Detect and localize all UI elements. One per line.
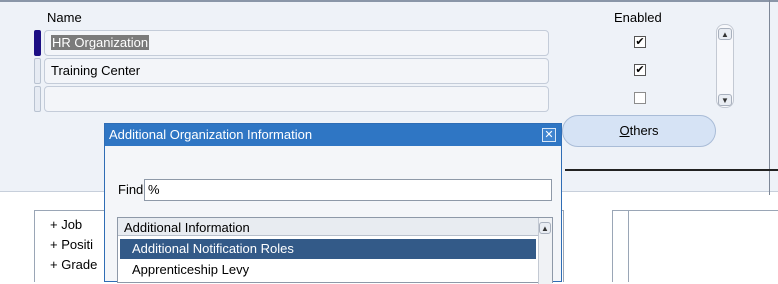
row-indicator-active[interactable] <box>34 30 41 56</box>
list-scroll-up-icon[interactable]: ▲ <box>539 222 551 234</box>
others-button[interactable]: Others <box>562 115 716 147</box>
enabled-checkbox[interactable] <box>634 92 646 104</box>
name-field[interactable] <box>44 86 549 112</box>
name-field[interactable]: Training Center <box>44 58 549 84</box>
enabled-checkbox[interactable]: ✔ <box>634 36 646 48</box>
top-border <box>0 0 778 2</box>
results-list: Additional Information Additional Notifi… <box>117 217 553 284</box>
detail-panel <box>612 210 778 282</box>
row-indicator[interactable] <box>34 58 41 84</box>
list-scrollbar[interactable]: ▲ <box>538 218 552 284</box>
tree-item-job[interactable]: + Job <box>50 217 82 232</box>
additional-org-info-dialog: Additional Organization Information ✕ Fi… <box>104 123 562 284</box>
tree-item-position[interactable]: + Positi <box>50 237 93 252</box>
enabled-column-header: Enabled <box>614 10 662 25</box>
list-item[interactable]: Apprenticeship Levy <box>120 260 536 280</box>
divider <box>565 169 778 171</box>
row-indicator[interactable] <box>34 86 41 112</box>
dialog-title: Additional Organization Information <box>105 124 561 146</box>
rows-scrollbar[interactable]: ▲ ▼ <box>716 24 734 108</box>
others-mnemonic: O <box>619 123 630 138</box>
name-column-header: Name <box>47 10 82 25</box>
others-label-rest: thers <box>629 123 659 138</box>
detail-panel-divider <box>628 210 629 282</box>
name-value-selected: HR Organization <box>51 35 150 50</box>
list-item-selected[interactable]: Additional Notification Roles <box>120 239 536 259</box>
tree-item-grade[interactable]: + Grade <box>50 257 97 272</box>
find-input[interactable]: % <box>144 179 552 201</box>
scroll-down-icon[interactable]: ▼ <box>718 94 732 106</box>
list-header: Additional Information <box>118 218 538 236</box>
close-icon[interactable]: ✕ <box>542 128 556 142</box>
enabled-checkbox[interactable]: ✔ <box>634 64 646 76</box>
form-right-border <box>769 0 770 195</box>
scroll-up-icon[interactable]: ▲ <box>718 28 732 40</box>
name-field[interactable]: HR Organization <box>44 30 549 56</box>
find-label: Find <box>118 182 144 197</box>
